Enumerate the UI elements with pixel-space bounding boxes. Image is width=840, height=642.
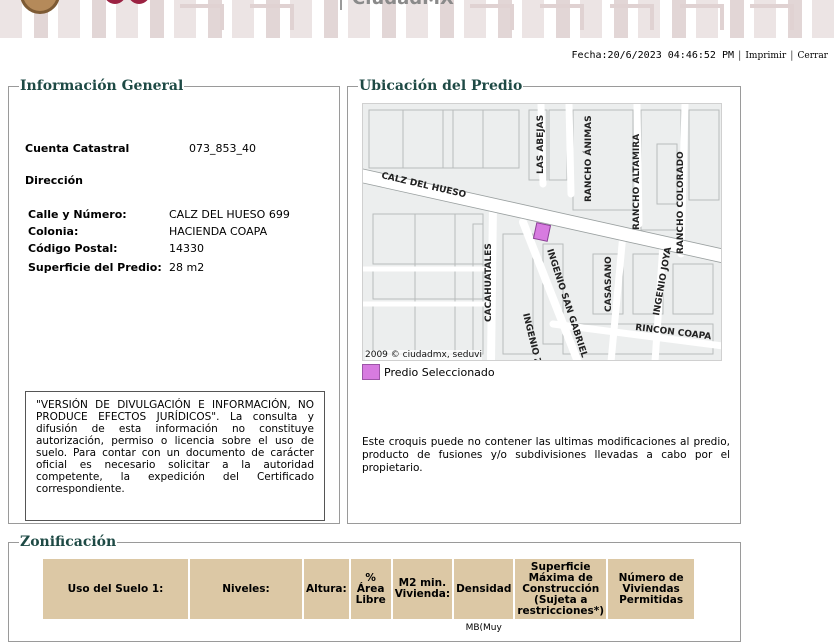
map-label-animas: RANCHO ÁNIMAS [582,115,594,202]
date-stamp: Fecha:20/6/2023 04:46:52 PM [571,50,734,61]
top-links: Fecha:20/6/2023 04:46:52 PM | Imprimir | Cer… [571,50,828,61]
calle-label: Calle y Número: [28,208,127,221]
map-label-cacahuatales: CACAHUATALES [484,243,494,322]
map-label-altamira: RANCHO ALTAMIRA [632,134,642,230]
fret-pattern [540,4,584,30]
zoning-header-row: Uso del Suelo 1: Niveles: Altura: % Área… [43,559,695,619]
table-cell [190,621,302,635]
col-altura: Altura: [304,559,349,619]
map-drawing: CALZ DEL HUESO LAS ABEJAS RANCHO ÁNIMAS … [363,104,721,360]
cuenta-label: Cuenta Catastral [25,142,130,155]
table-row: MB(Muy [43,621,694,635]
info-general-legend: Información General [19,77,185,95]
superficie-label: Superficie del Predio: [28,261,162,274]
colonia-label: Colonia: [28,225,79,238]
col-densidad: Densidad [454,559,514,619]
header-title: CiudadMX [340,0,454,10]
ubicacion-panel: Ubicación del Predio CALZ DEL HUESO LAS … [347,77,741,524]
table-cell [43,621,188,635]
direccion-label: Dirección [25,174,83,187]
ubicacion-legend: Ubicación del Predio [358,77,524,95]
fret-pattern [470,4,514,30]
colonia-value: HACIENDA COAPA [169,225,268,238]
col-uso-suelo: Uso del Suelo 1: [43,559,188,619]
map-note: Este croquis puede no contener las ultim… [362,436,730,474]
cp-value: 14330 [169,242,204,255]
fret-pattern [610,4,654,30]
calle-value: CALZ DEL HUESO 699 [169,208,290,221]
predio-legend-label: Predio Seleccionado [384,366,495,379]
government-seal-logo [20,0,60,14]
zonificacion-panel: Zonificación Uso del Suelo 1: Niveles: A… [8,533,741,642]
legal-disclaimer: "VERSIÓN DE DIVULGACIÓN E INFORMACIÓN, N… [25,391,325,521]
map-label-casasano: CASASANO [604,256,614,312]
cdmx-logo [104,0,162,18]
cuenta-value: 073_853_40 [189,142,256,155]
table-cell [393,621,452,635]
table-cell [515,621,606,635]
fret-pattern [680,4,724,30]
info-general-panel: Información General Cuenta Catastral 073… [8,77,340,524]
fret-pattern [180,4,224,30]
table-cell [608,621,694,635]
map-label-abejas: LAS ABEJAS [536,115,546,174]
predio-legend-swatch [362,364,380,380]
table-cell: MB(Muy [465,623,502,633]
table-cell [351,621,391,635]
zonificacion-legend: Zonificación [19,533,118,551]
table-cell [304,621,349,635]
col-niveles: Niveles: [190,559,302,619]
col-m2-min: M2 min. Vivienda: [392,559,453,619]
fret-pattern [250,4,294,30]
close-link[interactable]: Cerrar [798,51,829,61]
map-credit: 2009 © ciudadmx, seduvi [365,350,483,360]
selected-lot[interactable] [532,222,552,242]
col-superficie-max: Superficie Máxima de Construcción (Sujet… [515,559,607,619]
zoning-table: Uso del Suelo 1: Niveles: Altura: % Área… [41,557,696,637]
superficie-value: 28 m2 [169,261,205,274]
cuenta-row: Cuenta Catastral [25,142,129,155]
fret-pattern [750,4,794,30]
header-banner: CiudadMX [0,0,840,38]
col-area-libre: % Área Libre [350,559,391,619]
location-map[interactable]: CALZ DEL HUESO LAS ABEJAS RANCHO ÁNIMAS … [362,103,722,361]
cp-label: Código Postal: [28,242,118,255]
map-label-colorado: RANCHO COLORADO [676,151,686,254]
print-link[interactable]: Imprimir [745,51,786,61]
col-num-viviendas: Número de Viviendas Permitidas [608,559,695,619]
